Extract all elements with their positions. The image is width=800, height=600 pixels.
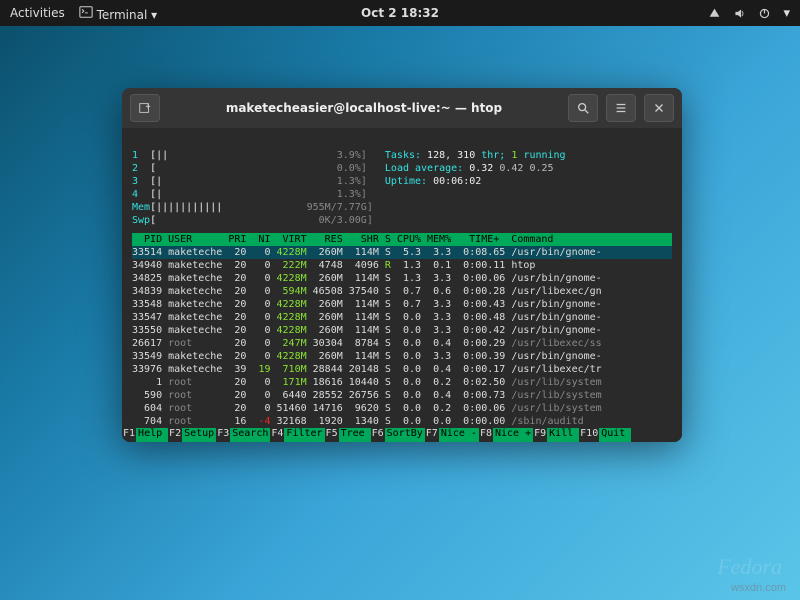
close-button[interactable] xyxy=(644,94,674,122)
close-icon xyxy=(652,101,666,115)
terminal-icon xyxy=(79,5,93,19)
process-row[interactable]: 34825 maketeche 20 0 4228M 260M 114M S 1… xyxy=(132,272,672,285)
process-row[interactable]: 604 root 20 0 51460 14716 9620 S 0.0 0.2… xyxy=(132,402,672,415)
new-tab-icon xyxy=(138,101,152,115)
new-tab-button[interactable] xyxy=(130,94,160,122)
chevron-down-icon[interactable]: ▾ xyxy=(783,6,790,21)
process-row[interactable]: 34839 maketeche 20 0 594M 46508 37540 S … xyxy=(132,285,672,298)
htop-header[interactable]: PID USER PRI NI VIRT RES SHR S CPU% MEM%… xyxy=(132,233,672,246)
fkey-nice[interactable]: F7Nice - xyxy=(425,428,479,442)
gnome-topbar: Activities Terminal ▾ Oct 2 18:32 ▾ xyxy=(0,0,800,26)
process-row[interactable]: 33514 maketeche 20 0 4228M 260M 114M S 5… xyxy=(132,246,672,259)
app-menu-label: Terminal xyxy=(97,8,148,22)
process-row[interactable]: 33547 maketeche 20 0 4228M 260M 114M S 0… xyxy=(132,311,672,324)
volume-icon[interactable] xyxy=(733,7,746,20)
terminal-window: maketecheasier@localhost-live:~ — htop 1… xyxy=(122,88,682,442)
hamburger-icon xyxy=(614,101,628,115)
process-row[interactable]: 33976 maketeche 39 19 710M 28844 20148 S… xyxy=(132,363,672,376)
fkey-search[interactable]: F3Search xyxy=(216,428,270,442)
clock[interactable]: Oct 2 18:32 xyxy=(361,6,439,20)
htop-function-keys: F1HelpF2SetupF3SearchF4FilterF5TreeF6Sor… xyxy=(122,428,682,442)
process-row[interactable]: 34940 maketeche 20 0 222M 4748 4096 R 1.… xyxy=(132,259,672,272)
window-title: maketecheasier@localhost-live:~ — htop xyxy=(168,101,560,115)
fkey-nice[interactable]: F8Nice + xyxy=(479,428,533,442)
process-row[interactable]: 33550 maketeche 20 0 4228M 260M 114M S 0… xyxy=(132,324,672,337)
window-titlebar[interactable]: maketecheasier@localhost-live:~ — htop xyxy=(122,88,682,128)
power-icon[interactable] xyxy=(758,7,771,20)
fkey-quit[interactable]: F10Quit xyxy=(579,428,631,442)
process-row[interactable]: 33548 maketeche 20 0 4228M 260M 114M S 0… xyxy=(132,298,672,311)
process-list[interactable]: 33514 maketeche 20 0 4228M 260M 114M S 5… xyxy=(132,246,672,428)
menu-button[interactable] xyxy=(606,94,636,122)
fkey-tree[interactable]: F5Tree xyxy=(325,428,371,442)
process-row[interactable]: 26617 root 20 0 247M 30304 8784 S 0.0 0.… xyxy=(132,337,672,350)
process-row[interactable]: 33549 maketeche 20 0 4228M 260M 114M S 0… xyxy=(132,350,672,363)
fkey-setup[interactable]: F2Setup xyxy=(168,428,216,442)
search-icon xyxy=(576,101,590,115)
process-row[interactable]: 704 root 16 -4 32168 1920 1340 S 0.0 0.0… xyxy=(132,415,672,428)
app-menu[interactable]: Terminal ▾ xyxy=(79,5,157,22)
terminal-content[interactable]: 1 [|| 3.9%] Tasks: 128, 310 thr; 1 runni… xyxy=(122,128,682,428)
process-row[interactable]: 590 root 20 0 6440 28552 26756 S 0.0 0.4… xyxy=(132,389,672,402)
fkey-help[interactable]: F1Help xyxy=(122,428,168,442)
fkey-sortby[interactable]: F6SortBy xyxy=(371,428,425,442)
fkey-kill[interactable]: F9Kill xyxy=(533,428,579,442)
htop-meters: 1 [|| 3.9%] Tasks: 128, 310 thr; 1 runni… xyxy=(132,136,672,227)
source-watermark: wsxdn.com xyxy=(731,582,786,594)
fkey-filter[interactable]: F4Filter xyxy=(270,428,324,442)
network-icon[interactable] xyxy=(708,7,721,20)
search-button[interactable] xyxy=(568,94,598,122)
activities-button[interactable]: Activities xyxy=(10,6,65,20)
process-row[interactable]: 1 root 20 0 171M 18616 10440 S 0.0 0.2 0… xyxy=(132,376,672,389)
fedora-watermark: Fedora xyxy=(717,554,782,580)
